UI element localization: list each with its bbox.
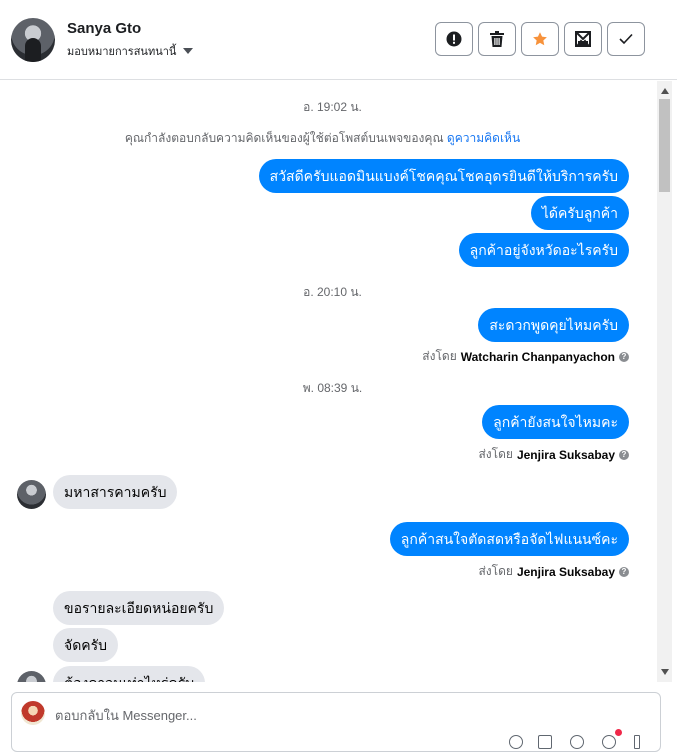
trash-icon <box>490 31 504 47</box>
mark-unread-button[interactable] <box>564 22 602 56</box>
message-bubble-outgoing[interactable]: สวัสดีครับแอดมินแบงค์โชคคุณโชคอุดรยินดีใ… <box>258 159 629 193</box>
sent-by-label: ส่งโดย Jenjira Suksabay ? <box>478 445 629 464</box>
attachment-icon[interactable] <box>509 735 523 749</box>
scroll-up-arrow-icon[interactable] <box>661 88 669 94</box>
caret-down-icon <box>183 48 194 54</box>
done-icon <box>619 33 633 45</box>
star-icon <box>533 32 547 46</box>
sent-by-prefix: ส่งโดย <box>422 349 457 363</box>
notification-dot <box>615 729 622 736</box>
sent-by-label: ส่งโดย Watcharin Chanpanyachon ? <box>422 347 629 366</box>
help-icon[interactable]: ? <box>619 566 629 577</box>
page-avatar <box>21 701 45 725</box>
timestamp: อ. 20:10 น. <box>303 285 362 299</box>
assign-label: มอบหมายการสนทนานี้ <box>67 46 177 58</box>
help-icon[interactable]: ? <box>619 449 629 460</box>
timestamp: อ. 19:02 น. <box>303 100 362 114</box>
conversation-header: Sanya Gto มอบหมายการสนทนานี้ <box>0 0 677 80</box>
conversation-thread[interactable]: อ. 19:02 น. คุณกำลังตอบกลับความคิดเห็นขอ… <box>0 81 657 682</box>
message-bubble-incoming[interactable]: ขอรายละเอียดหน่อยครับ <box>53 591 225 625</box>
spam-icon <box>446 31 462 47</box>
mark-unread-icon <box>575 31 591 47</box>
message-bubble-incoming[interactable]: มหาสารคามครับ <box>53 475 178 509</box>
star-button[interactable] <box>521 22 559 56</box>
contact-avatar-small[interactable] <box>17 480 46 509</box>
contact-name[interactable]: Sanya Gto <box>67 20 141 37</box>
sent-by-prefix: ส่งโดย <box>478 564 513 578</box>
reply-composer <box>11 692 661 752</box>
timestamp: พ. 08:39 น. <box>302 381 363 395</box>
contact-avatar-small[interactable] <box>17 671 46 682</box>
delete-button[interactable] <box>478 22 516 56</box>
like-icon[interactable] <box>634 735 640 749</box>
message-bubble-outgoing[interactable]: ลูกค้าสนใจตัดสดหรือจัดไฟแนนซ์คะ <box>389 522 629 556</box>
view-comment-link[interactable]: ดูความคิดเห็น <box>447 131 520 145</box>
mark-done-button[interactable] <box>607 22 645 56</box>
message-bubble-outgoing[interactable]: ลูกค้าอยู่จังหวัดอะไรครับ <box>458 233 629 267</box>
contact-avatar[interactable] <box>11 18 55 62</box>
sent-by-name[interactable]: Jenjira Suksabay <box>517 448 615 462</box>
scroll-down-arrow-icon[interactable] <box>661 669 669 675</box>
photo-icon[interactable] <box>538 735 552 749</box>
message-bubble-incoming[interactable]: ต้องดาวนเท่าไหร่ครับ <box>53 666 206 682</box>
sent-by-label: ส่งโดย Jenjira Suksabay ? <box>478 562 629 581</box>
message-bubble-outgoing[interactable]: สะดวกพูดคุยไหมครับ <box>478 308 629 342</box>
sent-by-name[interactable]: Watcharin Chanpanyachon <box>461 350 615 364</box>
mark-spam-button[interactable] <box>435 22 473 56</box>
message-bubble-outgoing[interactable]: ลูกค้ายังสนใจไหมคะ <box>482 405 629 439</box>
assign-conversation-dropdown[interactable]: มอบหมายการสนทนานี้ <box>67 42 194 60</box>
reply-context-notice: คุณกำลังตอบกลับความคิดเห็นของผู้ใช้ต่อโพ… <box>0 129 645 148</box>
emoji-icon[interactable] <box>570 735 584 749</box>
reply-input[interactable] <box>55 705 615 725</box>
notice-text: คุณกำลังตอบกลับความคิดเห็นของผู้ใช้ต่อโพ… <box>124 131 444 145</box>
conversation-scrollbar[interactable] <box>657 81 672 682</box>
help-icon[interactable]: ? <box>619 351 629 362</box>
message-bubble-incoming[interactable]: จัดครับ <box>53 628 119 662</box>
sent-by-prefix: ส่งโดย <box>478 447 513 461</box>
message-bubble-outgoing[interactable]: ได้ครับลูกค้า <box>530 196 629 230</box>
payment-icon[interactable] <box>602 735 616 749</box>
sent-by-name[interactable]: Jenjira Suksabay <box>517 565 615 579</box>
scrollbar-thumb[interactable] <box>659 99 670 192</box>
